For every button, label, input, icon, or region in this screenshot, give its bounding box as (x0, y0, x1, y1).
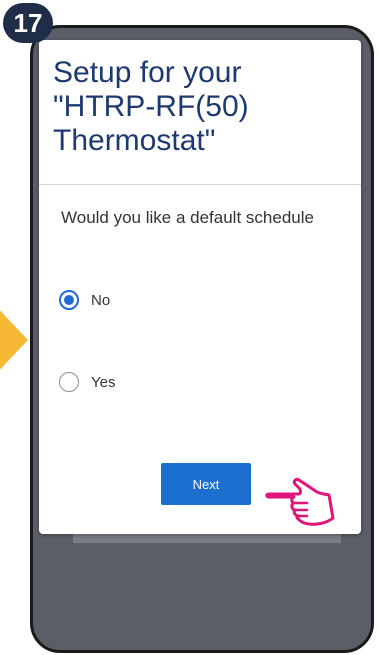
hand-pointer-icon (265, 477, 335, 526)
radio-button-yes[interactable] (59, 372, 79, 392)
dialog-title: Setup for your "HTRP-RF(50) Thermostat" (53, 56, 249, 157)
divider (39, 184, 361, 185)
radio-option-no[interactable]: No (59, 290, 110, 310)
arrow-right-icon (0, 302, 28, 378)
radio-label-no: No (91, 291, 111, 309)
phone-frame: Setup for your "HTRP-RF(50) Thermostat" … (30, 25, 374, 653)
step-number-badge: 17 (3, 3, 53, 43)
radio-button-no[interactable] (59, 290, 79, 310)
schedule-question: Would you like a default schedule (61, 208, 314, 227)
radio-option-yes[interactable]: Yes (59, 372, 115, 392)
setup-dialog: Setup for your "HTRP-RF(50) Thermostat" … (39, 40, 361, 534)
next-button[interactable]: Next (161, 463, 251, 505)
radio-label-yes: Yes (91, 373, 116, 391)
radio-selected-dot (64, 295, 74, 305)
